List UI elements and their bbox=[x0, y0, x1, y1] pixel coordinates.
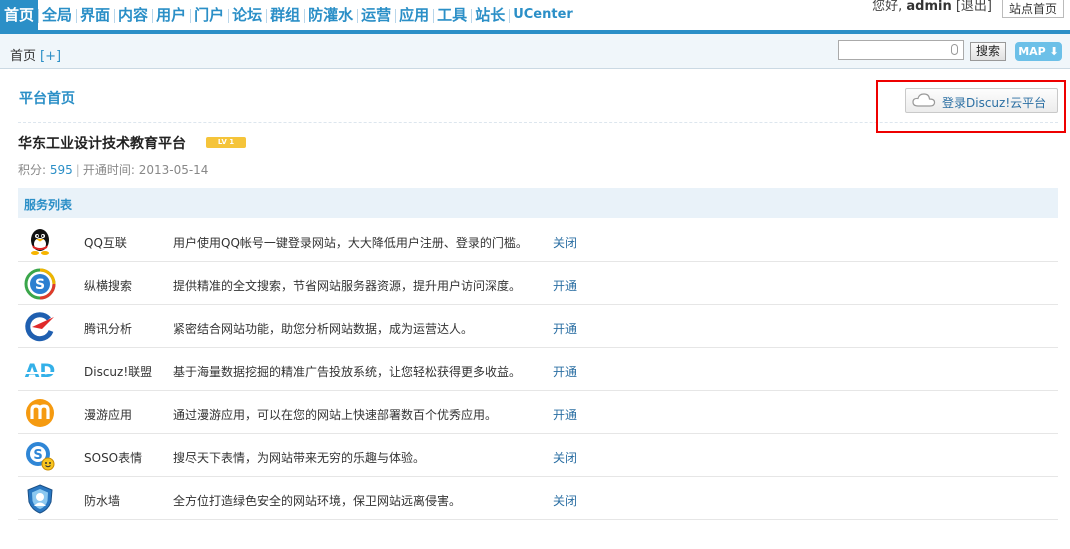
service-action-link[interactable]: 开通 bbox=[553, 363, 577, 380]
username: admin bbox=[906, 0, 952, 14]
map-button[interactable]: MAP ⬇ bbox=[1015, 42, 1062, 61]
service-desc: 通过漫游应用，可以在您的网站上快速部署数百个优秀应用。 bbox=[173, 408, 498, 422]
service-action-link[interactable]: 关闭 bbox=[553, 449, 577, 466]
site-meta: 积分: 595 | 开通时间: 2013-05-14 bbox=[18, 163, 209, 177]
service-row-soso: S SOSO表情 搜尽天下表情，为网站带来无穷的乐趣与体验。 关闭 bbox=[18, 434, 1058, 477]
nav-item-apps[interactable]: 应用 bbox=[395, 0, 435, 30]
service-row-qq: QQ互联 用户使用QQ帐号一键登录网站，大大降低用户注册、登录的门槛。 关闭 bbox=[18, 219, 1058, 262]
service-desc: 基于海量数据挖掘的精准广告投放系统，让您轻松获得更多收益。 bbox=[173, 365, 522, 379]
service-desc: 紧密结合网站功能，助您分析网站数据，成为运营达人。 bbox=[173, 322, 474, 336]
svg-text:AD: AD bbox=[25, 360, 55, 382]
nav-item-interface[interactable]: 界面 bbox=[76, 0, 116, 30]
breadcrumb: 首页 [+] bbox=[10, 45, 61, 64]
service-row-search: S 纵横搜索 提供精准的全文搜索，节省网站服务器资源，提升用户访问深度。 开通 bbox=[18, 262, 1058, 305]
tencent-analysis-icon bbox=[25, 312, 54, 342]
nav-item-portal[interactable]: 门户 bbox=[190, 0, 230, 30]
top-nav: 首页 全局 界面 内容 用户 门户 论坛 群组 防灌水 运营 应用 工具 站长 … bbox=[0, 0, 1070, 34]
nav-item-webmaster[interactable]: 站长 bbox=[471, 0, 511, 30]
nav-item-global[interactable]: 全局 bbox=[38, 0, 78, 30]
service-desc: 搜尽天下表情，为网站带来无穷的乐趣与体验。 bbox=[173, 451, 426, 465]
service-list-header: 服务列表 bbox=[18, 188, 1058, 218]
top-nav-items: 首页 全局 界面 内容 用户 门户 论坛 群组 防灌水 运营 应用 工具 站长 … bbox=[0, 0, 577, 30]
soso-emoticon-icon: S bbox=[26, 442, 55, 471]
service-desc: 全方位打造绿色安全的网站环境，保卫网站远离侵害。 bbox=[173, 494, 462, 508]
service-name: 腾讯分析 bbox=[84, 322, 133, 336]
cloud-login-label: 登录Discuz!云平台 bbox=[942, 96, 1047, 110]
add-shortcut-link[interactable]: [+] bbox=[40, 49, 61, 64]
service-desc: 提供精准的全文搜索，节省网站服务器资源，提升用户访问深度。 bbox=[173, 279, 522, 293]
nav-item-content[interactable]: 内容 bbox=[114, 0, 154, 30]
search-s-icon: S bbox=[24, 268, 56, 300]
points-value[interactable]: 595 bbox=[50, 163, 73, 177]
firewall-shield-icon bbox=[27, 484, 53, 514]
qq-icon bbox=[31, 229, 49, 255]
level-badge: LV 1 bbox=[206, 137, 246, 148]
service-name: SOSO表情 bbox=[84, 451, 143, 465]
service-action-link[interactable]: 开通 bbox=[553, 320, 577, 337]
svg-text:S: S bbox=[35, 277, 45, 293]
service-row-manyou: 漫游应用 通过漫游应用，可以在您的网站上快速部署数百个优秀应用。 开通 bbox=[18, 391, 1058, 434]
breadcrumb-home[interactable]: 首页 bbox=[10, 49, 36, 64]
nav-item-home[interactable]: 首页 bbox=[0, 0, 40, 30]
logout-link[interactable]: [退出] bbox=[956, 0, 992, 14]
svg-text:S: S bbox=[33, 448, 42, 463]
nav-item-ucenter[interactable]: UCenter bbox=[509, 0, 577, 30]
nav-item-operation[interactable]: 运营 bbox=[357, 0, 397, 30]
service-list-title: 服务列表 bbox=[24, 198, 73, 212]
nav-item-groups[interactable]: 群组 bbox=[266, 0, 306, 30]
service-name: 防水墙 bbox=[84, 494, 121, 508]
cloud-login-button[interactable]: 登录Discuz!云平台 bbox=[905, 88, 1058, 113]
service-row-analysis: 腾讯分析 紧密结合网站功能，助您分析网站数据，成为运营达人。 开通 bbox=[18, 305, 1058, 348]
points-label: 积分: bbox=[18, 163, 47, 177]
cloud-icon bbox=[912, 93, 936, 107]
manyou-icon bbox=[26, 399, 54, 427]
microphone-icon[interactable] bbox=[951, 44, 958, 55]
open-time-value: 2013-05-14 bbox=[138, 163, 209, 177]
page-title: 平台首页 bbox=[19, 91, 75, 107]
service-row-firewall: 防水墙 全方位打造绿色安全的网站环境，保卫网站远离侵害。 关闭 bbox=[18, 477, 1058, 520]
service-row-union: AD Discuz!联盟 基于海量数据挖掘的精准广告投放系统，让您轻松获得更多收… bbox=[18, 348, 1058, 391]
site-name: 华东工业设计技术教育平台 bbox=[18, 136, 186, 152]
service-name: Discuz!联盟 bbox=[84, 365, 153, 379]
service-name: 纵横搜索 bbox=[84, 279, 133, 293]
search-input[interactable] bbox=[838, 40, 964, 60]
service-name: QQ互联 bbox=[84, 236, 127, 250]
ad-icon: AD bbox=[25, 360, 55, 382]
nav-item-users[interactable]: 用户 bbox=[152, 0, 192, 30]
service-action-link[interactable]: 关闭 bbox=[553, 492, 577, 509]
service-action-link[interactable]: 关闭 bbox=[553, 234, 577, 251]
search-button[interactable]: 搜索 bbox=[970, 42, 1006, 61]
sub-bar: 首页 [+] 搜索 MAP ⬇ bbox=[0, 34, 1070, 69]
service-action-link[interactable]: 开通 bbox=[553, 277, 577, 294]
open-time-label: 开通时间: bbox=[82, 163, 135, 177]
service-name: 漫游应用 bbox=[84, 408, 133, 422]
nav-item-antispam[interactable]: 防灌水 bbox=[304, 0, 359, 30]
nav-item-forum[interactable]: 论坛 bbox=[228, 0, 268, 30]
user-info: 您好, admin [退出] bbox=[872, 0, 992, 14]
service-desc: 用户使用QQ帐号一键登录网站，大大降低用户注册、登录的门槛。 bbox=[173, 236, 528, 250]
service-action-link[interactable]: 开通 bbox=[553, 406, 577, 423]
greeting: 您好, bbox=[872, 0, 903, 14]
site-home-button[interactable]: 站点首页 bbox=[1001, 0, 1064, 18]
nav-item-tools[interactable]: 工具 bbox=[433, 0, 473, 30]
